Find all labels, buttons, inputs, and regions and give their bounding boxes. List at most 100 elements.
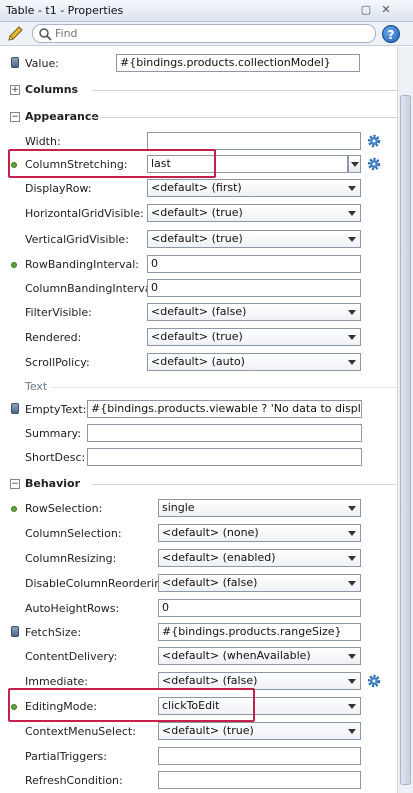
property-label: VerticalGridVisible: xyxy=(25,233,129,246)
property-row-rendered: Rendered: <default> (true) xyxy=(0,325,397,349)
gear-icon[interactable] xyxy=(367,674,381,688)
property-label: AutoHeightRows: xyxy=(25,602,120,615)
width-field[interactable] xyxy=(147,132,361,150)
property-row-auto-height-rows: AutoHeightRows: 0 xyxy=(0,596,397,620)
value-field[interactable]: #{bindings.products.collectionModel} xyxy=(116,54,360,72)
column-resizing-select[interactable]: <default> (enabled) xyxy=(158,549,361,567)
property-label: PartialTriggers: xyxy=(25,750,107,763)
collapse-icon[interactable]: − xyxy=(10,112,20,122)
search-box[interactable] xyxy=(32,24,376,43)
vertical-grid-select[interactable]: <default> (true) xyxy=(147,230,361,248)
select-value: <default> (true) xyxy=(162,724,254,737)
property-label: FilterVisible: xyxy=(25,306,92,319)
property-row-fetch-size: FetchSize: #{bindings.products.rangeSize… xyxy=(0,620,397,644)
display-row-select[interactable]: <default> (first) xyxy=(147,179,361,197)
restore-icon[interactable]: ▢ xyxy=(358,3,374,18)
property-label: Value: xyxy=(25,57,59,70)
property-label: Immediate: xyxy=(25,675,89,688)
section-title: Columns xyxy=(25,83,79,96)
partial-triggers-field[interactable] xyxy=(158,747,361,765)
select-value: <default> (false) xyxy=(162,674,258,687)
select-value: single xyxy=(162,501,195,514)
column-banding-field[interactable]: 0 xyxy=(147,279,361,297)
close-icon[interactable]: ✕ xyxy=(378,3,394,18)
property-label: Summary: xyxy=(25,427,82,440)
select-value: <default> (true) xyxy=(151,330,243,343)
select-value: <default> (enabled) xyxy=(162,551,276,564)
fetch-size-field[interactable]: #{bindings.products.rangeSize} xyxy=(158,623,361,641)
row-banding-field[interactable]: 0 xyxy=(147,255,361,273)
help-icon[interactable]: ? xyxy=(382,25,400,43)
subgroup-title-text: Text xyxy=(25,380,48,393)
summary-field[interactable] xyxy=(87,424,362,442)
chevron-down-icon xyxy=(348,704,356,709)
column-selection-select[interactable]: <default> (none) xyxy=(158,524,361,542)
chevron-down-icon xyxy=(351,162,359,167)
section-appearance[interactable]: − Appearance xyxy=(0,107,397,127)
section-title: Appearance xyxy=(25,110,99,123)
chevron-down-icon xyxy=(348,556,356,561)
property-label: ScrollPolicy: xyxy=(25,356,90,369)
disable-column-reordering-select[interactable]: <default> (false) xyxy=(158,574,361,592)
expand-icon[interactable]: + xyxy=(10,85,20,95)
auto-height-rows-field[interactable]: 0 xyxy=(158,599,361,617)
property-row-row-banding: RowBandingInterval: 0 xyxy=(0,252,397,276)
property-label: RefreshCondition: xyxy=(25,774,123,787)
vertical-scrollbar[interactable] xyxy=(397,47,413,793)
context-menu-select-select[interactable]: <default> (true) xyxy=(158,722,361,740)
chevron-down-icon xyxy=(348,360,356,365)
content-delivery-select[interactable]: <default> (whenAvailable) xyxy=(158,647,361,665)
property-label: ColumnBandingInterval: xyxy=(25,282,159,295)
property-label: ShortDesc: xyxy=(25,451,86,464)
select-value: <default> (false) xyxy=(151,305,247,318)
collapse-icon[interactable]: − xyxy=(10,479,20,489)
chevron-down-icon xyxy=(348,335,356,340)
property-inspector: Value: #{bindings.products.collectionMod… xyxy=(0,47,397,793)
horizontal-grid-select[interactable]: <default> (true) xyxy=(147,204,361,222)
chevron-down-icon xyxy=(348,654,356,659)
chevron-down-icon xyxy=(348,581,356,586)
select-value: <default> (first) xyxy=(151,181,242,194)
window-title: Table - t1 - Properties xyxy=(6,4,124,17)
section-title: Behavior xyxy=(25,477,81,490)
pencil-icon[interactable] xyxy=(6,25,24,43)
empty-text-field[interactable]: #{bindings.products.viewable ? 'No data … xyxy=(87,400,362,418)
property-row-context-menu-select: ContextMenuSelect: <default> (true) xyxy=(0,719,397,743)
property-row-partial-triggers: PartialTriggers: xyxy=(0,744,397,768)
modified-indicator-icon xyxy=(11,506,17,512)
property-row-column-selection: ColumnSelection: <default> (none) xyxy=(0,521,397,545)
section-columns[interactable]: + Columns xyxy=(0,80,397,100)
property-row-short-desc: ShortDesc: xyxy=(0,445,397,469)
property-row-empty-text: EmptyText: #{bindings.products.viewable … xyxy=(0,397,397,421)
refresh-condition-field[interactable] xyxy=(158,771,361,789)
property-label: Rendered: xyxy=(25,331,82,344)
row-selection-select[interactable]: single xyxy=(158,499,361,517)
binding-icon xyxy=(11,403,19,414)
chevron-down-icon xyxy=(348,679,356,684)
property-label: EmptyText: xyxy=(25,403,87,416)
short-desc-field[interactable] xyxy=(87,448,362,466)
property-label: RowSelection: xyxy=(25,502,103,515)
chevron-down-icon xyxy=(348,211,356,216)
search-input[interactable] xyxy=(55,26,355,41)
binding-icon xyxy=(11,57,19,68)
scroll-policy-select[interactable]: <default> (auto) xyxy=(147,353,361,371)
property-row-content-delivery: ContentDelivery: <default> (whenAvailabl… xyxy=(0,644,397,668)
property-label: ColumnResizing: xyxy=(25,552,117,565)
chevron-down-icon xyxy=(348,729,356,734)
gear-icon[interactable] xyxy=(367,157,381,171)
filter-visible-select[interactable]: <default> (false) xyxy=(147,303,361,321)
property-label: HorizontalGridVisible: xyxy=(25,207,144,220)
modified-indicator-icon xyxy=(11,262,17,268)
property-row-horizontal-grid: HorizontalGridVisible: <default> (true) xyxy=(0,201,397,225)
property-label: RowBandingInterval: xyxy=(25,258,139,271)
property-row-row-selection: RowSelection: single xyxy=(0,496,397,520)
properties-toolbar: ? xyxy=(0,22,413,46)
dropdown-button[interactable] xyxy=(348,155,361,173)
search-icon xyxy=(39,28,52,41)
gear-icon[interactable] xyxy=(367,134,381,148)
section-behavior[interactable]: − Behavior xyxy=(0,474,397,494)
scrollbar-thumb[interactable] xyxy=(400,95,411,785)
rendered-select[interactable]: <default> (true) xyxy=(147,328,361,346)
section-divider xyxy=(92,90,397,91)
